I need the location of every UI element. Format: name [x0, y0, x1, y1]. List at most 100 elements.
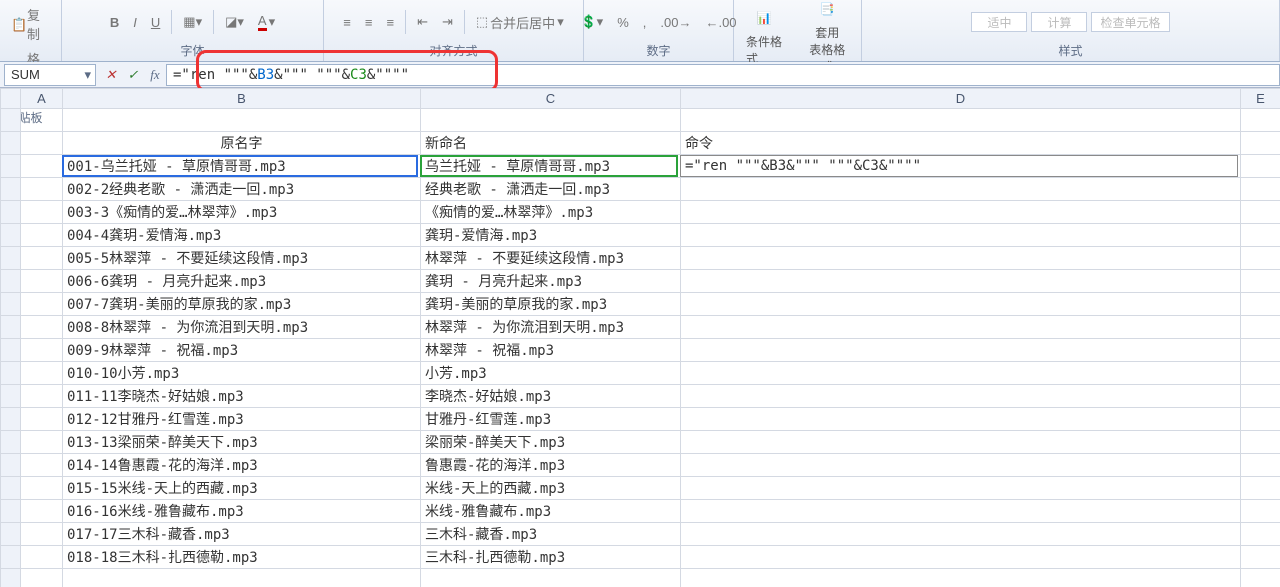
cell[interactable]: [21, 339, 63, 362]
cell[interactable]: [1241, 109, 1280, 132]
active-cell-editor[interactable]: ="ren """&B3&""" """&C3&"""": [680, 155, 1238, 177]
align-left-button[interactable]: ≡: [338, 12, 356, 33]
cell-b[interactable]: 014-14鲁惠霞-花的海洋.mp3: [63, 454, 421, 477]
cell-c[interactable]: 三木科-藏香.mp3: [421, 523, 681, 546]
cell-d[interactable]: [681, 362, 1241, 385]
name-box[interactable]: SUM ▾: [4, 64, 96, 86]
cell-c[interactable]: 小芳.mp3: [421, 362, 681, 385]
cell-d[interactable]: [681, 224, 1241, 247]
cell[interactable]: [1241, 408, 1280, 431]
cell-b[interactable]: 009-9林翠萍 - 祝福.mp3: [63, 339, 421, 362]
cell-d[interactable]: [681, 178, 1241, 201]
row-header[interactable]: [1, 270, 21, 293]
comma-button[interactable]: ,: [638, 12, 652, 33]
cell-d[interactable]: [681, 500, 1241, 523]
row-header[interactable]: [1, 155, 21, 178]
cell-b[interactable]: 013-13梁丽荣-醉美天下.mp3: [63, 431, 421, 454]
italic-button[interactable]: I: [128, 12, 142, 33]
cell-d[interactable]: [681, 477, 1241, 500]
cell[interactable]: [21, 546, 63, 569]
cell-d[interactable]: [681, 454, 1241, 477]
cell[interactable]: [21, 247, 63, 270]
formula-input[interactable]: ="ren """&B3&""" """&C3&"""": [166, 64, 1280, 86]
row-header[interactable]: [1, 224, 21, 247]
col-header-B[interactable]: B: [63, 89, 421, 109]
cell-d[interactable]: [681, 385, 1241, 408]
cell-b[interactable]: 007-7龚玥-美丽的草原我的家.mp3: [63, 293, 421, 316]
cell[interactable]: [63, 569, 421, 587]
spreadsheet-grid[interactable]: A B C D E 原名字 新命名 命令 001-乌兰托娅 - 草原情哥哥.mp…: [0, 88, 1280, 587]
row-header[interactable]: [1, 316, 21, 339]
cell[interactable]: [421, 569, 681, 587]
cell[interactable]: [21, 385, 63, 408]
col-header-C[interactable]: C: [421, 89, 681, 109]
cell-b[interactable]: 005-5林翠萍 - 不要延续这段情.mp3: [63, 247, 421, 270]
cell[interactable]: [1241, 178, 1280, 201]
cell[interactable]: [21, 109, 63, 132]
row-header[interactable]: [1, 385, 21, 408]
cell[interactable]: [1241, 362, 1280, 385]
style-check-cell[interactable]: 检查单元格: [1091, 12, 1169, 32]
cell[interactable]: [21, 270, 63, 293]
cancel-formula-button[interactable]: ✕: [100, 64, 122, 86]
currency-button[interactable]: 💲▾: [575, 11, 608, 33]
cell[interactable]: [1241, 316, 1280, 339]
cell-b[interactable]: 008-8林翠萍 - 为你流泪到天明.mp3: [63, 316, 421, 339]
cell[interactable]: [1241, 500, 1280, 523]
cell[interactable]: [21, 523, 63, 546]
indent-inc-button[interactable]: ⇥: [437, 11, 458, 33]
row-header[interactable]: [1, 293, 21, 316]
cell-c[interactable]: 乌兰托娅 - 草原情哥哥.mp3: [421, 155, 681, 178]
row-header[interactable]: [1, 109, 21, 132]
row-header[interactable]: [1, 477, 21, 500]
row-header[interactable]: [1, 408, 21, 431]
cell[interactable]: [1241, 201, 1280, 224]
cell[interactable]: [21, 500, 63, 523]
cell[interactable]: [1241, 385, 1280, 408]
cell-b[interactable]: 015-15米线-天上的西藏.mp3: [63, 477, 421, 500]
font-color-button[interactable]: A▾: [253, 10, 280, 34]
cell-b[interactable]: 001-乌兰托娅 - 草原情哥哥.mp3: [63, 155, 421, 178]
cell[interactable]: [21, 178, 63, 201]
indent-dec-button[interactable]: ⇤: [412, 11, 433, 33]
align-center-button[interactable]: ≡: [360, 12, 378, 33]
cell-c[interactable]: 米线-天上的西藏.mp3: [421, 477, 681, 500]
cell[interactable]: [21, 431, 63, 454]
style-neutral[interactable]: 适中: [971, 12, 1027, 32]
select-all-corner[interactable]: [1, 89, 21, 109]
row-header[interactable]: [1, 201, 21, 224]
cell-header-b[interactable]: 原名字: [63, 132, 421, 155]
cell-c[interactable]: 米线-雅鲁藏布.mp3: [421, 500, 681, 523]
col-header-D[interactable]: D: [681, 89, 1241, 109]
cell[interactable]: [1241, 431, 1280, 454]
cell-c[interactable]: 龚玥-美丽的草原我的家.mp3: [421, 293, 681, 316]
row-header[interactable]: [1, 500, 21, 523]
cell-b[interactable]: 011-11李晓杰-好姑娘.mp3: [63, 385, 421, 408]
cell[interactable]: [21, 569, 63, 587]
cell-header-c[interactable]: 新命名: [421, 132, 681, 155]
cell[interactable]: [1241, 293, 1280, 316]
style-calc[interactable]: 计算: [1031, 12, 1087, 32]
cell-c[interactable]: 《痴情的爱…林翠萍》.mp3: [421, 201, 681, 224]
cell-c[interactable]: 龚玥-爱情海.mp3: [421, 224, 681, 247]
cell[interactable]: [1241, 155, 1280, 178]
cell-c[interactable]: 林翠萍 - 为你流泪到天明.mp3: [421, 316, 681, 339]
merge-cells-button[interactable]: ⬚ 合并后居中▾: [471, 10, 569, 35]
cell[interactable]: [21, 201, 63, 224]
cell[interactable]: [681, 109, 1241, 132]
cell-b[interactable]: 018-18三木科-扎西德勒.mp3: [63, 546, 421, 569]
cell[interactable]: [1241, 132, 1280, 155]
cell-b[interactable]: 004-4龚玥-爱情海.mp3: [63, 224, 421, 247]
cell[interactable]: [1241, 454, 1280, 477]
col-header-E[interactable]: E: [1241, 89, 1280, 109]
accept-formula-button[interactable]: ✓: [122, 64, 144, 86]
cell-d[interactable]: [681, 408, 1241, 431]
copy-button[interactable]: 📋 复制: [6, 2, 55, 46]
row-header[interactable]: [1, 339, 21, 362]
row-header[interactable]: [1, 546, 21, 569]
cell-d[interactable]: [681, 270, 1241, 293]
row-header[interactable]: [1, 247, 21, 270]
cell[interactable]: [21, 408, 63, 431]
cell[interactable]: [1241, 270, 1280, 293]
cell-d[interactable]: [681, 339, 1241, 362]
